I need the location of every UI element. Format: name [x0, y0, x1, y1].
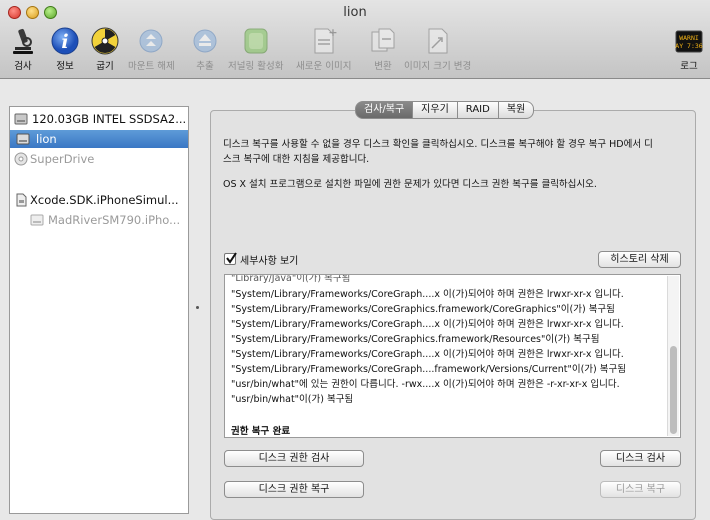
- svg-text:+: +: [328, 26, 337, 39]
- window-title: lion: [343, 5, 367, 20]
- log-line: "System/Library/Frameworks/CoreGraph....…: [231, 349, 624, 360]
- log-line: "usr/bin/what"이(가) 복구됨: [231, 394, 354, 405]
- toolbar-journal-label: 저널링 활성화: [228, 61, 284, 72]
- first-aid-description: 디스크 복구를 사용할 수 없을 경우 디스크 확인을 클릭하십시오. 디스크를…: [223, 137, 683, 167]
- log-status-line: 권한 복구 완료: [231, 426, 291, 437]
- split-view-handle[interactable]: [196, 306, 199, 309]
- repair-permissions-button[interactable]: 디스크 권한 복구: [224, 481, 364, 498]
- toolbar-burn-label: 굽기: [96, 61, 114, 72]
- tab-restore[interactable]: 복원: [498, 101, 535, 119]
- toolbar-new-image-label: 새로운 이미지: [296, 61, 352, 72]
- sidebar-item-label: SuperDrive: [30, 152, 95, 166]
- log-line: "System/Library/Frameworks/CoreGraph....…: [231, 364, 626, 375]
- checkmark-icon: [226, 252, 237, 264]
- microscope-icon: [8, 26, 38, 56]
- toolbar-log-label: 로그: [680, 61, 698, 72]
- first-aid-log[interactable]: "Library/Java"이(가) 복구됨 "System/Library/F…: [224, 274, 681, 438]
- description-line: 디스크 복구를 사용할 수 없을 경우 디스크 확인을 클릭하십시오. 디스크를…: [223, 139, 653, 150]
- unmount-icon: [136, 26, 166, 56]
- toolbar-resize-image-label: 이미지 크기 변경: [404, 61, 472, 72]
- toolbar-verify-label: 검사: [14, 61, 32, 72]
- journal-icon: [241, 26, 271, 56]
- tab-erase[interactable]: 지우기: [413, 101, 458, 119]
- log-line: "System/Library/Frameworks/CoreGraph....…: [231, 289, 624, 300]
- toolbar-convert-button[interactable]: 변환: [368, 26, 398, 72]
- sidebar-item-madriver[interactable]: MadRiverSM790.iPho...: [10, 211, 188, 229]
- permissions-description: OS X 설치 프로그램으로 설치한 파일에 권한 문제가 있다면 디스크 권한…: [223, 179, 597, 190]
- new-image-icon: +: [309, 26, 339, 56]
- log-scrollbar[interactable]: [667, 276, 679, 436]
- hard-disk-icon: [14, 113, 28, 125]
- burn-icon: [90, 26, 120, 56]
- sidebar-item-superdrive[interactable]: SuperDrive: [10, 150, 188, 168]
- info-icon: i: [50, 26, 80, 56]
- convert-icon: [368, 26, 398, 56]
- toolbar-verify-button[interactable]: 검사: [8, 26, 38, 72]
- optical-drive-icon: [14, 152, 28, 166]
- toolbar-journal-button[interactable]: 저널링 활성화: [228, 26, 283, 72]
- toolbar-eject-button[interactable]: 추출: [190, 26, 220, 72]
- toolbar-unmount-button[interactable]: 마운트 해제: [128, 26, 175, 72]
- log-line: "System/Library/Frameworks/CoreGraphics.…: [231, 334, 600, 345]
- log-scrollbar-thumb[interactable]: [670, 346, 677, 434]
- volume-icon: [30, 214, 44, 226]
- sidebar-item-label: 120.03GB INTEL SSDSA2...: [32, 112, 187, 126]
- toolbar-log-button[interactable]: WARNI AY 7:36 로그: [674, 26, 704, 72]
- show-details-checkbox[interactable]: 세부사항 보기: [224, 252, 299, 267]
- tab-raid[interactable]: RAID: [457, 101, 499, 119]
- description-line: 스크 복구에 대한 지침을 제공합니다.: [223, 154, 370, 165]
- toolbar-convert-label: 변환: [374, 61, 392, 72]
- sidebar-item-lion[interactable]: lion: [10, 130, 188, 148]
- toolbar-burn-button[interactable]: 굽기: [90, 26, 120, 72]
- disk-image-icon: [16, 193, 27, 207]
- toolbar: lion 검사 i 정보 굽기 마운트 해제 추출 저널링 활성화 + 새로운 …: [0, 0, 710, 79]
- eject-icon: [190, 26, 220, 56]
- checkbox-box[interactable]: [224, 252, 237, 265]
- toolbar-info-label: 정보: [56, 61, 74, 72]
- toolbar-resize-image-button[interactable]: 이미지 크기 변경: [404, 26, 471, 72]
- show-details-label: 세부사항 보기: [240, 255, 299, 267]
- log-line: "System/Library/Frameworks/CoreGraphics.…: [231, 304, 615, 315]
- svg-text:i: i: [61, 31, 68, 53]
- sidebar-item-intel-ssd[interactable]: 120.03GB INTEL SSDSA2...: [10, 110, 188, 128]
- sidebar-item-label: lion: [36, 132, 57, 146]
- resize-image-icon: [423, 26, 453, 56]
- toolbar-info-button[interactable]: i 정보: [50, 26, 80, 72]
- tab-bar: 검사/복구 지우기 RAID 복원: [355, 101, 535, 119]
- log-line: "System/Library/Frameworks/CoreGraph....…: [231, 319, 624, 330]
- clear-history-button[interactable]: 히스토리 삭제: [598, 251, 681, 268]
- sidebar-item-label: MadRiverSM790.iPho...: [48, 213, 181, 227]
- toolbar-eject-label: 추출: [196, 61, 214, 72]
- log-line: "Library/Java"이(가) 복구됨: [231, 274, 351, 284]
- log-line: "usr/bin/what"에 있는 권한이 다릅니다. -rwx....x 이…: [231, 379, 620, 390]
- sidebar-item-label: Xcode.SDK.iPhoneSimul...: [30, 193, 179, 207]
- svg-text:WARNI: WARNI: [679, 34, 699, 42]
- toolbar-new-image-button[interactable]: + 새로운 이미지: [296, 26, 351, 72]
- svg-text:AY 7:36: AY 7:36: [675, 42, 702, 50]
- verify-permissions-button[interactable]: 디스크 권한 검사: [224, 450, 364, 467]
- sidebar-item-xcode-sdk[interactable]: Xcode.SDK.iPhoneSimul...: [10, 191, 188, 209]
- verify-disk-button[interactable]: 디스크 검사: [600, 450, 681, 467]
- tab-first-aid[interactable]: 검사/복구: [355, 101, 414, 119]
- toolbar-unmount-label: 마운트 해제: [128, 61, 175, 72]
- device-sidebar: 120.03GB INTEL SSDSA2... lion SuperDrive…: [9, 106, 189, 514]
- volume-icon: [16, 133, 30, 145]
- repair-disk-button[interactable]: 디스크 복구: [600, 481, 681, 498]
- log-icon: WARNI AY 7:36: [674, 26, 704, 56]
